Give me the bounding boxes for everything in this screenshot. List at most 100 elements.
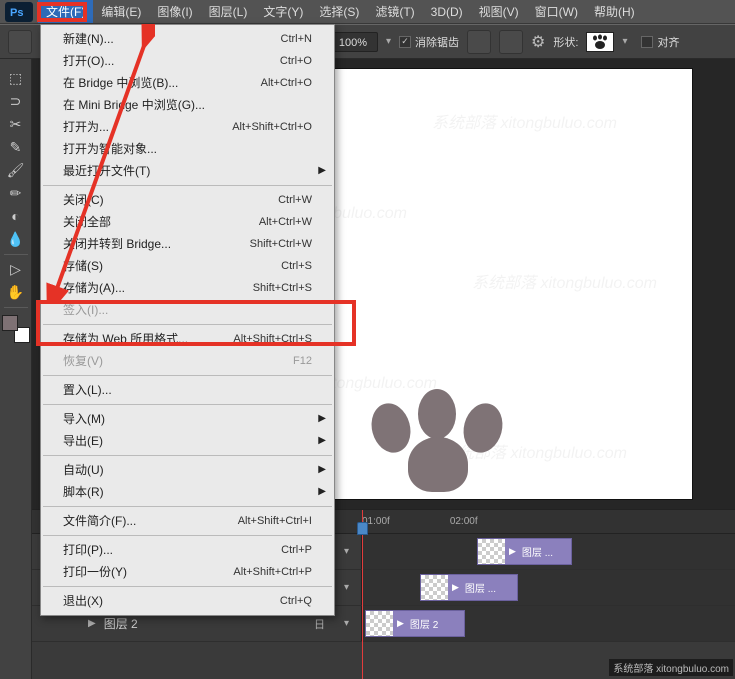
menu-item-shortcut: Ctrl+S (281, 257, 312, 275)
menu-item-shortcut: Shift+Ctrl+S (253, 279, 312, 297)
menu-item-shortcut: Alt+Shift+Ctrl+O (232, 118, 312, 136)
menu-item-label: 文件简介(F)... (63, 512, 136, 530)
menu-separator (43, 586, 332, 587)
antialias-label: 消除锯齿 (415, 34, 459, 50)
menu-item-shortcut: Alt+Ctrl+O (261, 74, 312, 92)
antialias-checkbox[interactable]: ✓消除锯齿 (399, 34, 459, 50)
clip-label: 图层 2 (404, 616, 438, 631)
clip-label: 图层 ... (516, 544, 553, 559)
menu-item[interactable]: 脚本(R) ▶ (41, 481, 334, 503)
clip-thumbnail (478, 539, 505, 564)
brush-tool-icon[interactable]: 🖌 (3, 159, 29, 181)
align-checkbox[interactable]: 对齐 (641, 34, 679, 50)
submenu-arrow-icon: ▶ (318, 432, 326, 450)
menu-file[interactable]: 文件(F) (38, 0, 93, 23)
menu-item[interactable]: 打印(P)... Ctrl+P (41, 539, 334, 561)
menu-3d[interactable]: 3D(D) (423, 2, 471, 22)
menu-item-shortcut: Ctrl+P (281, 541, 312, 559)
menu-separator (43, 455, 332, 456)
timeline-clip[interactable]: ▶图层 ... (477, 538, 572, 565)
menu-item[interactable]: 导入(M)▶ (41, 408, 334, 430)
menu-view[interactable]: 视图(V) (471, 0, 527, 23)
menu-item-shortcut: Ctrl+O (280, 52, 312, 70)
fx-dropdown-icon[interactable]: ▾ (344, 618, 349, 629)
menu-item-shortcut: Alt+Ctrl+W (259, 213, 312, 231)
menu-help[interactable]: 帮助(H) (586, 0, 643, 23)
menu-item-label: 自动(U) (63, 461, 104, 479)
menu-item[interactable]: 退出(X) Ctrl+Q (41, 590, 334, 612)
gradient-tool-icon[interactable]: ◐ (3, 205, 29, 227)
menu-item[interactable]: 置入(L)... (41, 379, 334, 401)
clip-thumbnail (421, 575, 448, 600)
timeline-track[interactable]: ▶图层 2 (362, 606, 735, 641)
shape-preview[interactable] (586, 32, 614, 52)
menu-item-shortcut: Ctrl+W (278, 191, 312, 209)
play-icon: ▶ (393, 618, 404, 629)
menu-select[interactable]: 选择(S) (311, 0, 367, 23)
dropdown-icon[interactable]: ▾ (386, 36, 391, 47)
menu-filter[interactable]: 滤镜(T) (367, 0, 422, 23)
svg-text:Ps: Ps (10, 7, 23, 19)
menu-type[interactable]: 文字(Y) (255, 0, 311, 23)
crop-tool-icon[interactable]: ✂ (3, 113, 29, 135)
align-btn[interactable] (467, 30, 491, 54)
menu-item-shortcut: Ctrl+Q (280, 592, 312, 610)
fg-bg-swatch[interactable] (2, 315, 30, 343)
submenu-arrow-icon: ▶ (318, 410, 326, 428)
menu-item-label: 退出(X) (63, 592, 103, 610)
fx-dropdown-icon[interactable]: ▾ (344, 582, 349, 593)
timeline-track[interactable]: ▶图层 ... (362, 570, 735, 605)
droplet-tool-icon[interactable]: 💧 (3, 228, 29, 250)
submenu-arrow-icon: ▶ (318, 162, 326, 180)
lasso-tool-icon[interactable]: ⊃ (3, 90, 29, 112)
shape-label: 形状: (553, 34, 578, 50)
menu-item[interactable]: 文件简介(F)... Alt+Shift+Ctrl+I (41, 510, 334, 532)
menu-item-shortcut: Shift+Ctrl+W (250, 235, 312, 253)
fx-dropdown-icon[interactable]: ▾ (344, 546, 349, 557)
brush2-tool-icon[interactable]: ✏ (3, 182, 29, 204)
menu-image[interactable]: 图像(I) (149, 0, 200, 23)
gear-icon[interactable]: ⚙ (531, 32, 545, 52)
disclosure-triangle-icon[interactable]: ▶ (88, 618, 96, 629)
hand-tool-icon[interactable]: ✋ (3, 281, 29, 303)
menu-item[interactable]: 导出(E) ▶ (41, 430, 334, 452)
menu-item-label: 打印一份(Y) (63, 563, 127, 581)
align-btn-2[interactable] (499, 30, 523, 54)
menu-separator (43, 506, 332, 507)
watermark: 系统部落 xitongbuluo.com (472, 269, 657, 293)
menubar: Ps 文件(F) 编辑(E) 图像(I) 图层(L) 文字(Y) 选择(S) 滤… (0, 0, 735, 24)
menu-item: 恢复(V)F12 (41, 350, 334, 372)
timeline-clip[interactable]: ▶图层 2 (365, 610, 465, 637)
marquee-tool-icon[interactable]: ⬚ (3, 67, 29, 89)
menu-item-shortcut: Alt+Shift+Ctrl+P (233, 563, 312, 581)
playhead-handle-icon[interactable] (357, 522, 368, 535)
clip-thumbnail (366, 611, 393, 636)
layer-name: 图层 2 (104, 615, 138, 632)
menu-item[interactable]: 存储为 Web 所用格式...Alt+Shift+Ctrl+S (41, 328, 334, 350)
menu-item-shortcut: F12 (293, 352, 312, 370)
menu-separator (43, 375, 332, 376)
playhead[interactable] (362, 510, 363, 679)
menu-item-label: 打印(P)... (63, 541, 113, 559)
timeline-track[interactable]: ▶图层 ... (362, 534, 735, 569)
menu-window[interactable]: 窗口(W) (527, 0, 586, 23)
eyedropper-tool-icon[interactable]: ✎ (3, 136, 29, 158)
play-icon: ▶ (505, 546, 516, 557)
menu-edit[interactable]: 编辑(E) (93, 0, 149, 23)
menu-item-label: 导出(E) (63, 432, 103, 450)
submenu-arrow-icon: ▶ (318, 461, 326, 479)
timeline-clip[interactable]: ▶图层 ... (420, 574, 518, 601)
menu-item-shortcut: Alt+Shift+Ctrl+I (238, 512, 312, 530)
path-tool-icon[interactable]: ▷ (3, 258, 29, 280)
menu-item-label: 脚本(R) (63, 483, 104, 501)
tool-preset-icon[interactable] (8, 30, 32, 54)
menu-layer[interactable]: 图层(L) (201, 0, 256, 23)
submenu-arrow-icon: ▶ (318, 483, 326, 501)
fx-icon[interactable]: 日 (314, 616, 325, 632)
menu-item[interactable]: 自动(U) ▶ (41, 459, 334, 481)
align-edges-label: 对齐 (657, 34, 679, 50)
shape-dropdown-icon[interactable]: ▾ (622, 36, 627, 47)
zoom-input[interactable]: 100% (328, 32, 378, 52)
menu-item-label: 存储为 Web 所用格式... (63, 330, 188, 348)
menu-item[interactable]: 打印一份(Y) Alt+Shift+Ctrl+P (41, 561, 334, 583)
